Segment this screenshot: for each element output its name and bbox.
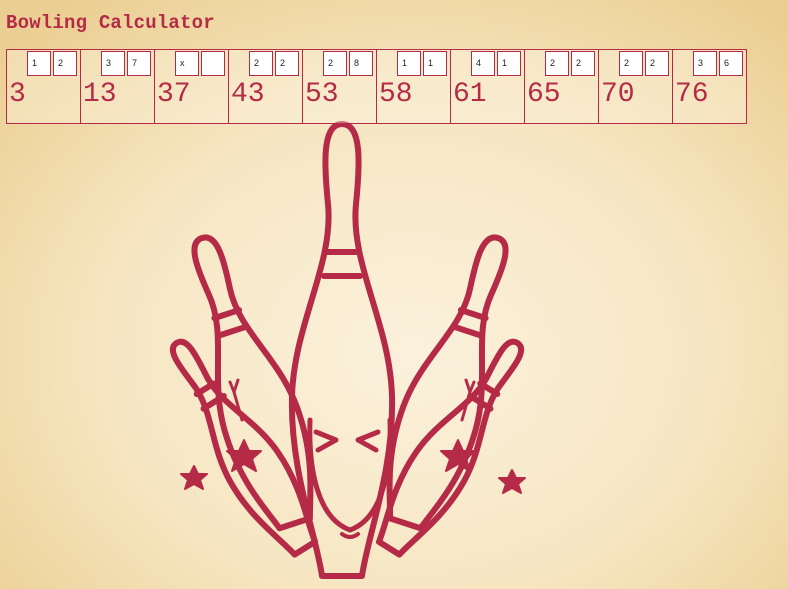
frame-4-roll-2-input[interactable]: 2 — [275, 51, 299, 76]
frame-1-total: 3 — [9, 79, 26, 110]
frame-8-total: 65 — [527, 79, 561, 110]
frame-6-total: 58 — [379, 79, 413, 110]
frame-3-roll-1-input[interactable]: x — [175, 51, 199, 76]
frame-1-roll-1-input[interactable]: 1 — [27, 51, 51, 76]
frame-9-roll-2-input[interactable]: 2 — [645, 51, 669, 76]
frame-7-roll-2-input[interactable]: 1 — [497, 51, 521, 76]
frame-5: 2 8 53 — [302, 49, 377, 124]
frame-4-total: 43 — [231, 79, 265, 110]
frame-6-roll-2-input[interactable]: 1 — [423, 51, 447, 76]
bowling-pins-logo-icon — [169, 121, 526, 579]
frame-3-total: 37 — [157, 79, 191, 110]
frame-10-roll-1-input[interactable]: 3 — [693, 51, 717, 76]
frame-3-roll-2-input[interactable] — [201, 51, 225, 76]
frame-2-roll-2-input[interactable]: 7 — [127, 51, 151, 76]
frame-7-roll-1-input[interactable]: 4 — [471, 51, 495, 76]
frame-1: 1 2 3 — [6, 49, 81, 124]
frame-10: 3 6 76 — [672, 49, 747, 124]
frame-4: 2 2 43 — [228, 49, 303, 124]
frame-1-roll-2-input[interactable]: 2 — [53, 51, 77, 76]
frame-7: 4 1 61 — [450, 49, 525, 124]
frame-5-total: 53 — [305, 79, 339, 110]
frame-5-roll-1-input[interactable]: 2 — [323, 51, 347, 76]
frame-9-roll-1-input[interactable]: 2 — [619, 51, 643, 76]
frame-8-roll-2-input[interactable]: 2 — [571, 51, 595, 76]
frame-2-roll-1-input[interactable]: 3 — [101, 51, 125, 76]
frame-4-roll-1-input[interactable]: 2 — [249, 51, 273, 76]
frame-6: 1 1 58 — [376, 49, 451, 124]
frame-8-roll-1-input[interactable]: 2 — [545, 51, 569, 76]
frame-10-total: 76 — [675, 79, 709, 110]
frame-10-roll-2-input[interactable]: 6 — [719, 51, 743, 76]
frame-6-roll-1-input[interactable]: 1 — [397, 51, 421, 76]
frame-8: 2 2 65 — [524, 49, 599, 124]
frame-9: 2 2 70 — [598, 49, 673, 124]
frame-5-roll-2-input[interactable]: 8 — [349, 51, 373, 76]
frame-2-total: 13 — [83, 79, 117, 110]
frame-7-total: 61 — [453, 79, 487, 110]
frame-9-total: 70 — [601, 79, 635, 110]
app-title: Bowling Calculator — [6, 12, 215, 34]
frame-3: x 37 — [154, 49, 229, 124]
frame-2: 3 7 13 — [80, 49, 155, 124]
pin-center-icon — [288, 121, 396, 579]
scoreboard: 1 2 3 3 7 13 x 37 2 2 43 2 8 53 1 1 58 4… — [6, 49, 747, 124]
